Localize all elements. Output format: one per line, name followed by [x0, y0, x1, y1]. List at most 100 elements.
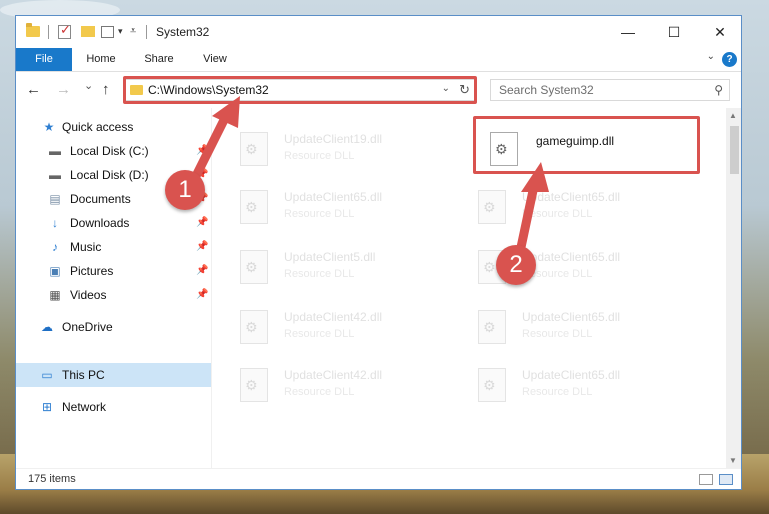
dll-file-icon: [240, 368, 268, 402]
file-item[interactable]: UpdateClient42.dll Resource DLL: [212, 362, 442, 414]
file-name: UpdateClient42.dll: [284, 368, 383, 382]
file-name: UpdateClient65.dll: [284, 190, 383, 204]
file-type: Resource DLL: [522, 208, 593, 220]
back-button[interactable]: ←: [26, 81, 41, 98]
file-list: UpdateClient19.dll Resource DLL UpdateCl…: [212, 108, 726, 468]
download-icon: ↓: [52, 216, 58, 230]
large-icons-view-icon[interactable]: [719, 474, 733, 485]
tab-share[interactable]: Share: [134, 48, 184, 71]
sidebar-item-label: This PC: [62, 368, 105, 382]
search-box[interactable]: Search System32 ⚲: [490, 79, 730, 101]
divider: [146, 25, 147, 39]
forward-button[interactable]: →: [56, 81, 71, 98]
sidebar-item-label: Network: [62, 400, 107, 414]
sidebar-item-label: OneDrive: [62, 320, 113, 334]
sidebar-item-network[interactable]: ⊞ Network: [16, 395, 211, 419]
search-icon[interactable]: ⚲: [714, 83, 723, 97]
search-placeholder[interactable]: Search System32: [499, 83, 594, 97]
scroll-thumb[interactable]: [730, 126, 739, 174]
file-type: Resource DLL: [284, 328, 355, 340]
sidebar-item-videos[interactable]: ▦ Videos 📌: [16, 283, 211, 307]
dll-file-icon: [478, 190, 506, 224]
properties-check-icon[interactable]: [58, 22, 71, 39]
file-item[interactable]: UpdateClient65.dll Resource DLL: [212, 184, 442, 236]
pin-icon: 📌: [196, 241, 209, 252]
chevron-down-icon[interactable]: ▾: [118, 26, 123, 42]
file-type: Resource DLL: [284, 386, 355, 398]
callout-step-2: 2: [496, 245, 536, 285]
star-icon: ★: [43, 120, 55, 134]
help-icon[interactable]: ?: [722, 52, 737, 67]
dll-file-icon: [240, 190, 268, 224]
file-type: Resource DLL: [284, 268, 355, 280]
file-type: Resource DLL: [522, 386, 593, 398]
sidebar-item-this-pc[interactable]: ▭ This PC: [16, 363, 211, 387]
customize-toolbar-icon[interactable]: ⩡: [130, 25, 136, 41]
file-name: UpdateClient65.dll: [522, 250, 621, 264]
file-explorer-window: ▾ ⩡ System32 — ☐ ✕ File Home Share View …: [15, 15, 742, 490]
documents-icon: ▤: [49, 192, 61, 206]
dll-file-icon: [240, 250, 268, 284]
file-item[interactable]: UpdateClient5.dll Resource DLL: [212, 244, 442, 296]
tab-home[interactable]: Home: [76, 48, 126, 71]
expand-ribbon-icon[interactable]: ⌄: [707, 51, 715, 62]
pin-icon: 📌: [196, 217, 209, 228]
sidebar-item-label: Documents: [70, 192, 131, 206]
window-title: System32: [156, 25, 210, 39]
sidebar-item-label: Local Disk (C:): [70, 144, 149, 158]
cloud-icon: ☁: [41, 320, 53, 334]
drive-icon: ▬: [49, 168, 61, 182]
details-view-icon[interactable]: [699, 474, 713, 485]
maximize-button[interactable]: ☐: [651, 16, 697, 48]
sidebar-item-pictures[interactable]: ▣ Pictures 📌: [16, 259, 211, 283]
drive-icon: ▬: [49, 144, 61, 158]
sidebar-item-local-disk-c[interactable]: ▬ Local Disk (C:) 📌: [16, 139, 211, 163]
file-item[interactable]: UpdateClient42.dll Resource DLL: [212, 304, 442, 356]
minimize-button[interactable]: —: [605, 16, 651, 48]
new-folder-icon[interactable]: [81, 26, 95, 37]
file-name: UpdateClient65.dll: [522, 310, 621, 324]
file-name: UpdateClient65.dll: [522, 190, 621, 204]
tab-view[interactable]: View: [192, 48, 238, 71]
file-name: UpdateClient19.dll: [284, 132, 383, 146]
title-bar: ▾ ⩡ System32 — ☐ ✕: [16, 16, 741, 48]
tab-file[interactable]: File: [16, 48, 72, 71]
file-item[interactable]: UpdateClient65.dll Resource DLL: [450, 244, 680, 296]
address-highlight-box: [123, 76, 477, 104]
item-count: 175 items: [28, 473, 76, 485]
sidebar-item-quick-access[interactable]: ★ Quick access: [16, 115, 211, 139]
scroll-down-icon[interactable]: ▼: [729, 456, 737, 465]
file-item[interactable]: UpdateClient65.dll Resource DLL: [450, 304, 680, 356]
sidebar-item-music[interactable]: ♪ Music 📌: [16, 235, 211, 259]
vertical-scrollbar[interactable]: ▲ ▼: [726, 108, 741, 468]
music-icon: ♪: [52, 240, 58, 254]
up-button[interactable]: ↑: [102, 81, 110, 98]
divider: [48, 25, 49, 39]
computer-icon: ▭: [41, 368, 53, 382]
file-item[interactable]: UpdateClient65.dll Resource DLL: [450, 184, 680, 236]
properties-icon[interactable]: [101, 26, 114, 38]
dll-file-icon: [478, 368, 506, 402]
navigation-pane: ★ Quick access ▬ Local Disk (C:) 📌 ▬ Loc…: [16, 108, 212, 468]
file-type: Resource DLL: [284, 208, 355, 220]
file-item[interactable]: UpdateClient19.dll Resource DLL: [212, 126, 442, 178]
sidebar-item-onedrive[interactable]: ☁ OneDrive: [16, 315, 211, 339]
pictures-icon: ▣: [49, 264, 61, 278]
sidebar-item-label: Downloads: [70, 216, 130, 230]
dll-file-icon: [240, 310, 268, 344]
file-type: Resource DLL: [522, 328, 593, 340]
folder-icon: [26, 23, 40, 37]
close-button[interactable]: ✕: [697, 16, 741, 48]
ribbon-tabs: File Home Share View ⌄ ?: [16, 48, 741, 72]
recent-locations-button[interactable]: ⌄: [84, 79, 93, 92]
sidebar-item-label: Music: [70, 240, 102, 254]
sidebar-item-label: Quick access: [62, 120, 134, 134]
sidebar-item-downloads[interactable]: ↓ Downloads 📌: [16, 211, 211, 235]
pin-icon: 📌: [196, 145, 209, 156]
pin-icon: 📌: [196, 289, 209, 300]
videos-icon: ▦: [49, 288, 61, 302]
scroll-up-icon[interactable]: ▲: [729, 111, 737, 120]
callout-step-1: 1: [165, 170, 205, 210]
file-name: UpdateClient42.dll: [284, 310, 383, 324]
file-item[interactable]: UpdateClient65.dll Resource DLL: [450, 362, 680, 414]
